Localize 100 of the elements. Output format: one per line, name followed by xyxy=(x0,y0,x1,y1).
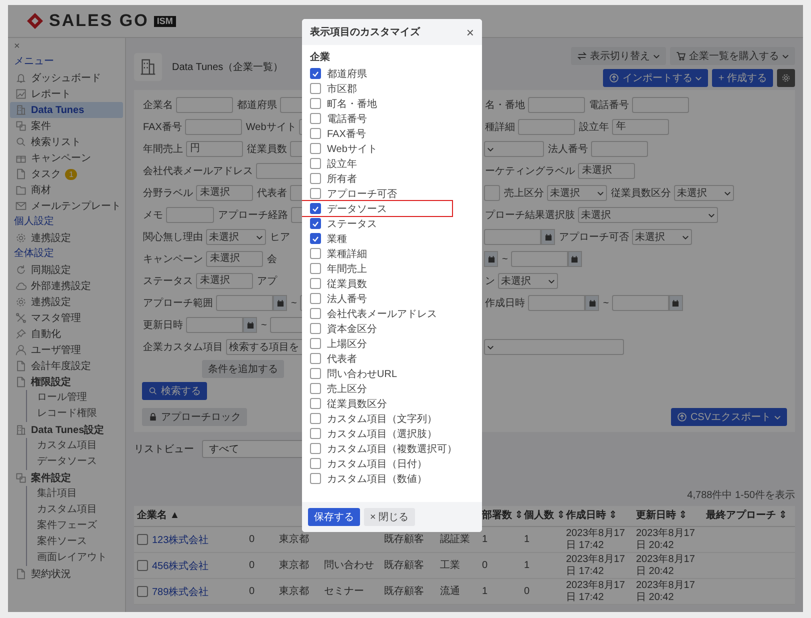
checkbox-option[interactable]: 資本金区分 xyxy=(310,321,381,336)
sidebar-subitem[interactable]: カスタム項目 xyxy=(37,502,97,518)
checkbox-option[interactable]: 従業員数区分 xyxy=(310,396,391,411)
checkbox[interactable] xyxy=(310,248,321,259)
checkbox-option[interactable]: 売上区分 xyxy=(310,381,371,396)
checkbox[interactable] xyxy=(310,338,321,349)
checkbox[interactable] xyxy=(310,383,321,394)
action-button[interactable]: 企業一覧を購入する xyxy=(670,47,795,65)
calendar-button[interactable] xyxy=(273,295,287,311)
input-field[interactable] xyxy=(166,207,214,223)
sidebar-item[interactable]: 検索リスト xyxy=(10,134,123,150)
checkbox-option[interactable]: Webサイト xyxy=(310,141,382,156)
checkbox[interactable] xyxy=(310,68,321,79)
sidebar-subitem[interactable]: レコード権限 xyxy=(37,406,97,422)
checkbox-option[interactable]: カスタム項目（文字列） xyxy=(310,411,441,426)
calendar-button[interactable] xyxy=(541,229,555,245)
calendar-button[interactable] xyxy=(243,317,257,333)
sidebar-item[interactable]: 権限設定 xyxy=(10,374,123,390)
save-button[interactable]: 保存する xyxy=(308,508,360,526)
column-header[interactable]: 更新日時 ⇕ xyxy=(633,506,703,527)
checkbox[interactable] xyxy=(310,473,321,484)
action-button[interactable]: + 作成する xyxy=(712,69,773,87)
checkbox[interactable] xyxy=(310,143,321,154)
checkbox[interactable] xyxy=(310,368,321,379)
checkbox[interactable] xyxy=(310,203,321,214)
select-field[interactable]: 未選択 xyxy=(674,185,734,201)
sidebar-item[interactable]: 自動化 xyxy=(10,326,123,342)
checkbox[interactable] xyxy=(310,353,321,364)
sidebar-item[interactable]: メールテンプレート xyxy=(10,198,123,214)
checkbox-option[interactable]: カスタム項目（選択肢） xyxy=(310,426,441,441)
checkbox[interactable] xyxy=(310,308,321,319)
checkbox[interactable] xyxy=(310,128,321,139)
checkbox-option[interactable]: 法人番号 xyxy=(310,291,371,306)
sidebar-item[interactable]: ユーザ管理 xyxy=(10,342,123,358)
input-field[interactable]: 年 xyxy=(612,119,669,135)
company-link[interactable]: 789株式会社 xyxy=(152,584,209,598)
checkbox-option[interactable]: 問い合わせURL xyxy=(310,366,402,381)
checkbox[interactable] xyxy=(310,98,321,109)
input-field[interactable]: 未選択 xyxy=(196,185,253,201)
sidebar-item[interactable]: 外部連携設定 xyxy=(10,278,123,294)
sidebar-item[interactable]: 会計年度設定 xyxy=(10,358,123,374)
column-header[interactable]: 最終アプローチ ⇕ xyxy=(703,506,795,527)
input-field[interactable] xyxy=(184,119,242,135)
sidebar-item[interactable]: Data Tunes設定 xyxy=(10,422,123,438)
cancel-button[interactable]: × 閉じる xyxy=(364,508,415,526)
checkbox[interactable] xyxy=(310,113,321,124)
sidebar-item[interactable]: タスク 1 xyxy=(10,166,123,182)
sidebar-item[interactable]: 連携設定 xyxy=(10,294,123,310)
checkbox-option[interactable]: カスタム項目（日付） xyxy=(310,456,431,471)
checkbox-option[interactable]: カスタム項目（複数選択可） xyxy=(310,441,461,456)
select-field[interactable]: 未選択 xyxy=(206,229,266,245)
input-field[interactable] xyxy=(518,119,575,135)
date-field[interactable] xyxy=(484,229,541,245)
select-field[interactable] xyxy=(484,339,624,355)
action-button[interactable]: インポートする xyxy=(603,69,708,87)
checkbox-option[interactable]: 電話番号 xyxy=(310,111,371,126)
input-field[interactable] xyxy=(528,97,585,113)
checkbox-option[interactable]: 業種詳細 xyxy=(310,246,371,261)
calendar-button[interactable] xyxy=(568,251,582,267)
sidebar-subitem[interactable]: 集計項目 xyxy=(37,486,77,502)
checkbox[interactable] xyxy=(310,158,321,169)
sidebar-item[interactable]: 商材 xyxy=(10,182,123,198)
checkbox-option[interactable]: 従業員数 xyxy=(310,276,371,291)
checkbox-option[interactable]: FAX番号 xyxy=(310,126,370,141)
sidebar-subitem[interactable]: カスタム項目 xyxy=(37,438,97,454)
checkbox-option[interactable]: 年間売上 xyxy=(310,261,371,276)
date-field[interactable] xyxy=(216,295,273,311)
date-field[interactable] xyxy=(528,295,585,311)
row-checkbox[interactable] xyxy=(137,586,148,597)
row-checkbox[interactable] xyxy=(137,534,148,545)
date-field[interactable] xyxy=(612,295,669,311)
checkbox-option[interactable]: アプローチ可否 xyxy=(310,186,401,201)
input-field[interactable]: 未選択 xyxy=(578,163,635,179)
sidebar-item[interactable]: レポート xyxy=(10,86,123,102)
checkbox-option[interactable]: 会社代表メールアドレス xyxy=(310,306,441,321)
checkbox[interactable] xyxy=(310,398,321,409)
checkbox-option[interactable]: ステータス xyxy=(310,216,381,231)
calendar-button[interactable] xyxy=(484,251,498,267)
checkbox[interactable] xyxy=(310,323,321,334)
checkbox-option[interactable]: 市区郡 xyxy=(310,81,361,96)
sidebar-subitem[interactable]: 案件フェーズ xyxy=(37,518,97,534)
export-button[interactable]: CSVエクスポート xyxy=(671,408,787,426)
sidebar-item[interactable]: ダッシュボード xyxy=(10,70,123,86)
sidebar-subitem[interactable]: 案件ソース xyxy=(37,534,87,550)
date-field[interactable] xyxy=(186,317,243,333)
company-link[interactable]: 456株式会社 xyxy=(152,558,209,572)
sidebar-subitem[interactable]: 画面レイアウト xyxy=(37,550,107,566)
sidebar-item[interactable]: キャンペーン xyxy=(10,150,123,166)
checkbox[interactable] xyxy=(310,233,321,244)
column-header[interactable]: 企業名 ▲ xyxy=(134,506,246,527)
select-field[interactable]: 未選択 xyxy=(547,185,607,201)
checkbox[interactable] xyxy=(310,278,321,289)
input-field[interactable]: 円 xyxy=(186,141,243,157)
select-field[interactable]: 未選択 xyxy=(498,273,558,289)
checkbox-option[interactable]: データソース xyxy=(302,201,452,216)
settings-button[interactable] xyxy=(777,69,795,87)
sidebar-subitem[interactable]: ロール管理 xyxy=(37,390,87,406)
checkbox-option[interactable]: 所有者 xyxy=(310,171,361,186)
checkbox[interactable] xyxy=(310,83,321,94)
checkbox-option[interactable]: 業種 xyxy=(310,231,351,246)
